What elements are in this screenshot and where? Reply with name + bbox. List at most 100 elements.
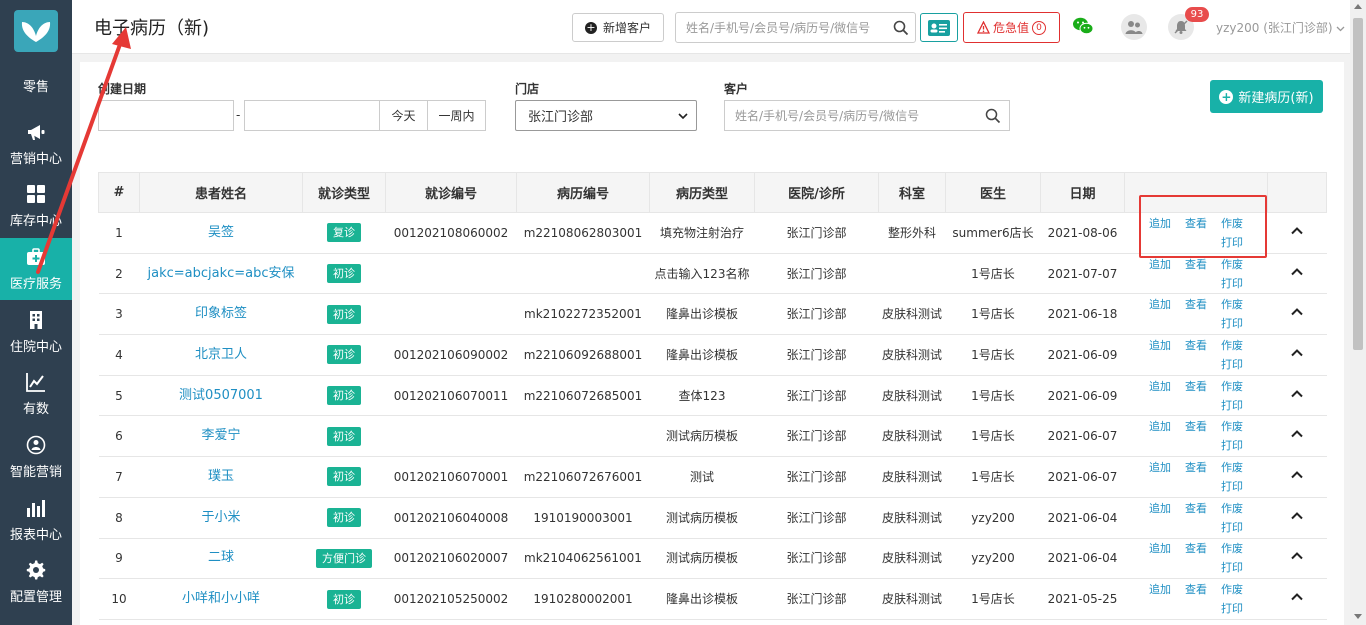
- department: [878, 253, 946, 295]
- sidebar-item-medical-kit[interactable]: 医疗服务: [0, 238, 72, 300]
- print-action-link[interactable]: 打印: [1221, 477, 1243, 496]
- collapse-row-toggle[interactable]: [1267, 415, 1327, 458]
- row-number: 4: [98, 334, 140, 376]
- department: 整形外科: [878, 212, 946, 254]
- table-row: 8 于小米 初诊 001202106040008 1910190003001 测试病历模板…: [98, 497, 1327, 539]
- patient-name-link[interactable]: jakc=abcjakc=abc安保: [139, 253, 303, 295]
- void-action-link[interactable]: 作废: [1221, 336, 1243, 355]
- wechat-icon[interactable]: [1072, 16, 1094, 36]
- store-select[interactable]: 张江门诊部: [515, 100, 697, 131]
- page-scrollbar[interactable]: [1350, 0, 1366, 625]
- patient-name-link[interactable]: 印象标签: [139, 293, 303, 336]
- search-icon[interactable]: [893, 20, 909, 36]
- patient-name-link[interactable]: 北京卫人: [139, 334, 303, 376]
- void-action-link[interactable]: 作废: [1221, 417, 1243, 436]
- print-action-link[interactable]: 打印: [1221, 558, 1243, 577]
- search-icon[interactable]: [985, 108, 1001, 124]
- visit-type-cell: 初诊: [302, 375, 386, 417]
- row-actions: 追加 查看 作废 打印: [1124, 497, 1268, 539]
- record-date: 2021-07-07: [1040, 253, 1125, 295]
- sidebar-item-gear[interactable]: 配置管理: [0, 551, 72, 613]
- annotation-highlight-box: [1139, 195, 1267, 258]
- collapse-row-toggle[interactable]: [1267, 293, 1327, 336]
- view-action-link[interactable]: 查看: [1185, 458, 1207, 496]
- print-action-link[interactable]: 打印: [1221, 518, 1243, 537]
- collapse-row-toggle[interactable]: [1267, 212, 1327, 254]
- view-action-link[interactable]: 查看: [1185, 255, 1207, 293]
- view-action-link[interactable]: 查看: [1185, 295, 1207, 333]
- void-action-link[interactable]: 作废: [1221, 580, 1243, 599]
- view-action-link[interactable]: 查看: [1185, 499, 1207, 537]
- print-action-link[interactable]: 打印: [1221, 314, 1243, 333]
- user-menu[interactable]: yzy200 (张江门诊部): [1216, 19, 1345, 36]
- add-action-link[interactable]: 追加: [1149, 580, 1171, 618]
- add-action-link[interactable]: 追加: [1149, 458, 1171, 496]
- view-action-link[interactable]: 查看: [1185, 417, 1207, 455]
- record-number: [516, 415, 650, 458]
- sidebar-item-smart-marketing[interactable]: 智能营销: [0, 426, 72, 488]
- table-row: 9 二球 方便门诊 001202106020007 mk2104062561001 测试病…: [98, 538, 1327, 580]
- scroll-thumb[interactable]: [1353, 18, 1363, 350]
- patient-name-link[interactable]: 于小米: [139, 497, 303, 539]
- within-week-button[interactable]: 一周内: [427, 100, 486, 131]
- patient-name-link[interactable]: 二球: [139, 538, 303, 580]
- scroll-up-arrow[interactable]: [1354, 4, 1362, 9]
- add-action-link[interactable]: 追加: [1149, 377, 1171, 415]
- void-action-link[interactable]: 作废: [1221, 539, 1243, 558]
- sidebar-item-trend[interactable]: 有数: [0, 363, 72, 425]
- view-action-link[interactable]: 查看: [1185, 377, 1207, 415]
- patient-name-link[interactable]: 璞玉: [139, 456, 303, 498]
- patient-name-link[interactable]: 吴签: [139, 212, 303, 254]
- today-button[interactable]: 今天: [379, 100, 428, 131]
- medical-kit-icon: [25, 247, 47, 267]
- add-action-link[interactable]: 追加: [1149, 499, 1171, 537]
- collapse-row-toggle[interactable]: [1267, 375, 1327, 417]
- customer-search-input[interactable]: [725, 101, 975, 130]
- new-customer-button[interactable]: + 新增客户: [572, 13, 664, 42]
- collapse-row-toggle[interactable]: [1267, 253, 1327, 295]
- print-action-link[interactable]: 打印: [1221, 599, 1243, 618]
- print-action-link[interactable]: 打印: [1221, 396, 1243, 415]
- add-action-link[interactable]: 追加: [1149, 539, 1171, 577]
- group-users-icon[interactable]: [1121, 14, 1147, 40]
- sidebar-item-hospital[interactable]: 住院中心: [0, 301, 72, 363]
- app-logo[interactable]: [14, 10, 58, 52]
- id-card-button[interactable]: [920, 13, 958, 42]
- add-action-link[interactable]: 追加: [1149, 255, 1171, 293]
- void-action-link[interactable]: 作废: [1221, 377, 1243, 396]
- doctor-name: yzy200: [945, 497, 1041, 539]
- collapse-row-toggle[interactable]: [1267, 334, 1327, 376]
- add-action-link[interactable]: 追加: [1149, 336, 1171, 374]
- void-action-link[interactable]: 作废: [1221, 458, 1243, 477]
- print-action-link[interactable]: 打印: [1221, 274, 1243, 293]
- add-action-link[interactable]: 追加: [1149, 295, 1171, 333]
- end-date-input[interactable]: [244, 100, 380, 131]
- column-header: 科室: [878, 172, 946, 213]
- new-medical-record-button[interactable]: + 新建病历(新): [1210, 80, 1323, 113]
- print-action-link[interactable]: 打印: [1221, 355, 1243, 374]
- patient-name-link[interactable]: 小咩和小小咩: [139, 578, 303, 620]
- scroll-down-arrow[interactable]: [1354, 614, 1362, 619]
- record-date: 2021-06-04: [1040, 538, 1125, 580]
- patient-name-link[interactable]: 测试0507001: [139, 375, 303, 417]
- collapse-row-toggle[interactable]: [1267, 497, 1327, 539]
- patient-name-link[interactable]: 李爱宁: [139, 415, 303, 458]
- void-action-link[interactable]: 作废: [1221, 295, 1243, 314]
- top-search-input[interactable]: [676, 13, 886, 42]
- collapse-row-toggle[interactable]: [1267, 456, 1327, 498]
- view-action-link[interactable]: 查看: [1185, 539, 1207, 577]
- start-date-input[interactable]: [98, 100, 234, 131]
- print-action-link[interactable]: 打印: [1221, 436, 1243, 455]
- collapse-row-toggle[interactable]: [1267, 578, 1327, 620]
- void-action-link[interactable]: 作废: [1221, 499, 1243, 518]
- view-action-link[interactable]: 查看: [1185, 336, 1207, 374]
- collapse-row-toggle[interactable]: [1267, 538, 1327, 580]
- sidebar-item-grid[interactable]: 库存中心: [0, 175, 72, 237]
- sidebar-item-bar-chart[interactable]: 报表中心: [0, 489, 72, 551]
- column-header: 就诊类型: [302, 172, 386, 213]
- critical-value-button[interactable]: 危急值 0: [963, 12, 1060, 43]
- sidebar-item-megaphone[interactable]: 营销中心: [0, 113, 72, 175]
- sidebar-item-retail[interactable]: 零售: [0, 55, 72, 105]
- view-action-link[interactable]: 查看: [1185, 580, 1207, 618]
- add-action-link[interactable]: 追加: [1149, 417, 1171, 455]
